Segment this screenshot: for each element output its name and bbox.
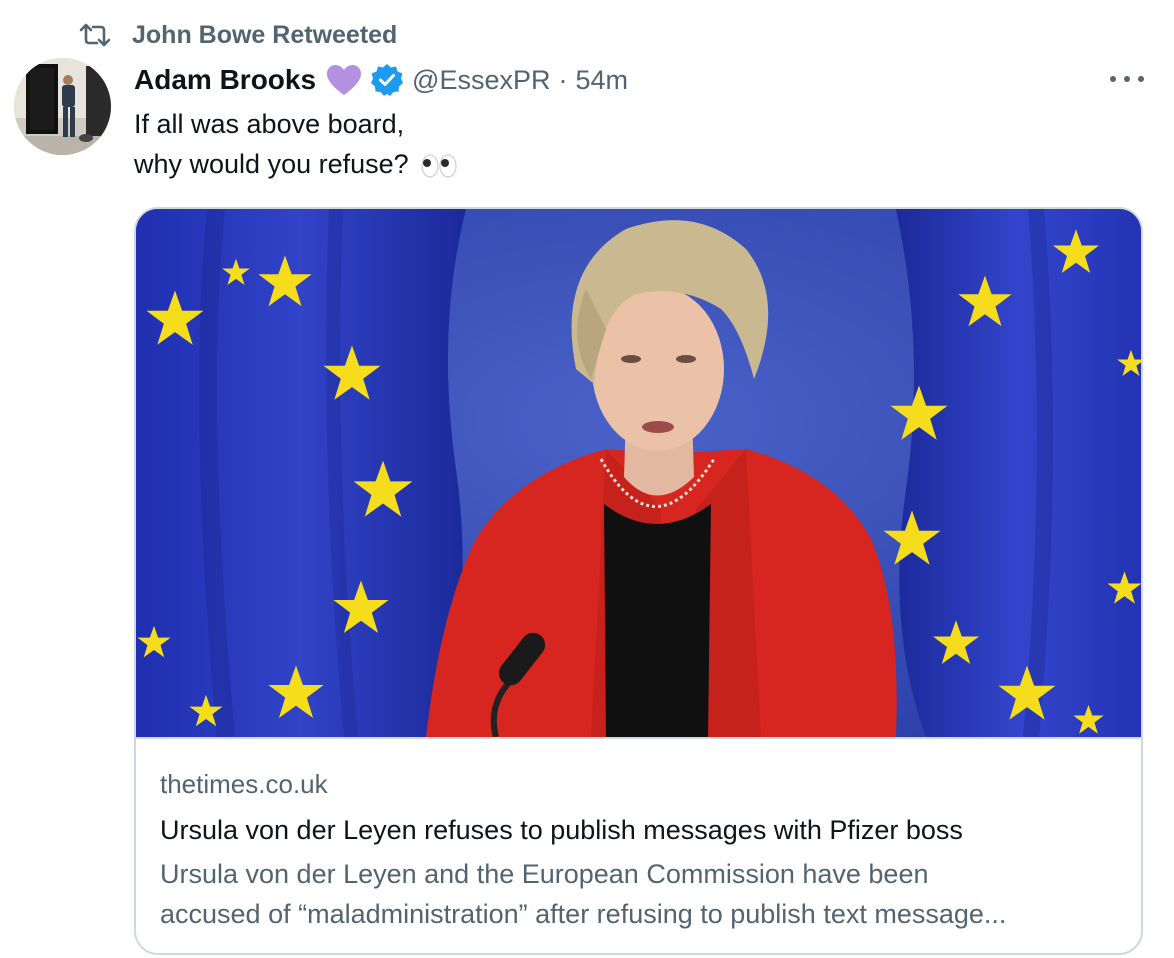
tweet-timestamp[interactable]: 54m [576,65,629,96]
author-display-name[interactable]: Adam Brooks [134,64,316,96]
tweet-header: Adam Brooks @EssexPR · 54m [134,58,628,102]
tweet-text-line-1: If all was above board, [134,109,405,139]
link-card-title: Ursula von der Leyen refuses to publish … [160,815,963,845]
link-card-image[interactable] [136,209,1141,739]
purple-heart-icon [326,64,362,96]
tweet-text-line-2: why would you refuse? [134,144,458,184]
author-handle[interactable]: @EssexPR [412,65,550,96]
tweet[interactable]: John Bowe Retweeted Adam Brooks @EssexPR… [0,0,1174,958]
link-card-domain: thetimes.co.uk [160,769,328,799]
retweet-label: John Bowe Retweeted [132,20,398,49]
link-card-body[interactable]: thetimes.co.uk Ursula von der Leyen refu… [160,764,1117,934]
retweet-context[interactable]: John Bowe Retweeted [78,18,397,52]
tweet-text: If all was above board, why would you re… [134,104,458,184]
link-card[interactable]: thetimes.co.uk Ursula von der Leyen refu… [134,207,1143,955]
retweet-icon [78,20,112,50]
separator-dot: · [558,64,568,95]
verified-badge-icon[interactable] [370,63,404,97]
eyes-icon [420,152,458,180]
link-card-description-line-2: accused of “maladministration” after ref… [160,899,1007,929]
link-card-description: Ursula von der Leyen and the European Co… [160,854,1120,934]
more-options-icon[interactable] [1110,64,1144,94]
avatar[interactable] [14,58,111,155]
tweet-text-line-2-text: why would you refuse? [134,149,409,179]
link-card-description-line-1: Ursula von der Leyen and the European Co… [160,859,929,889]
